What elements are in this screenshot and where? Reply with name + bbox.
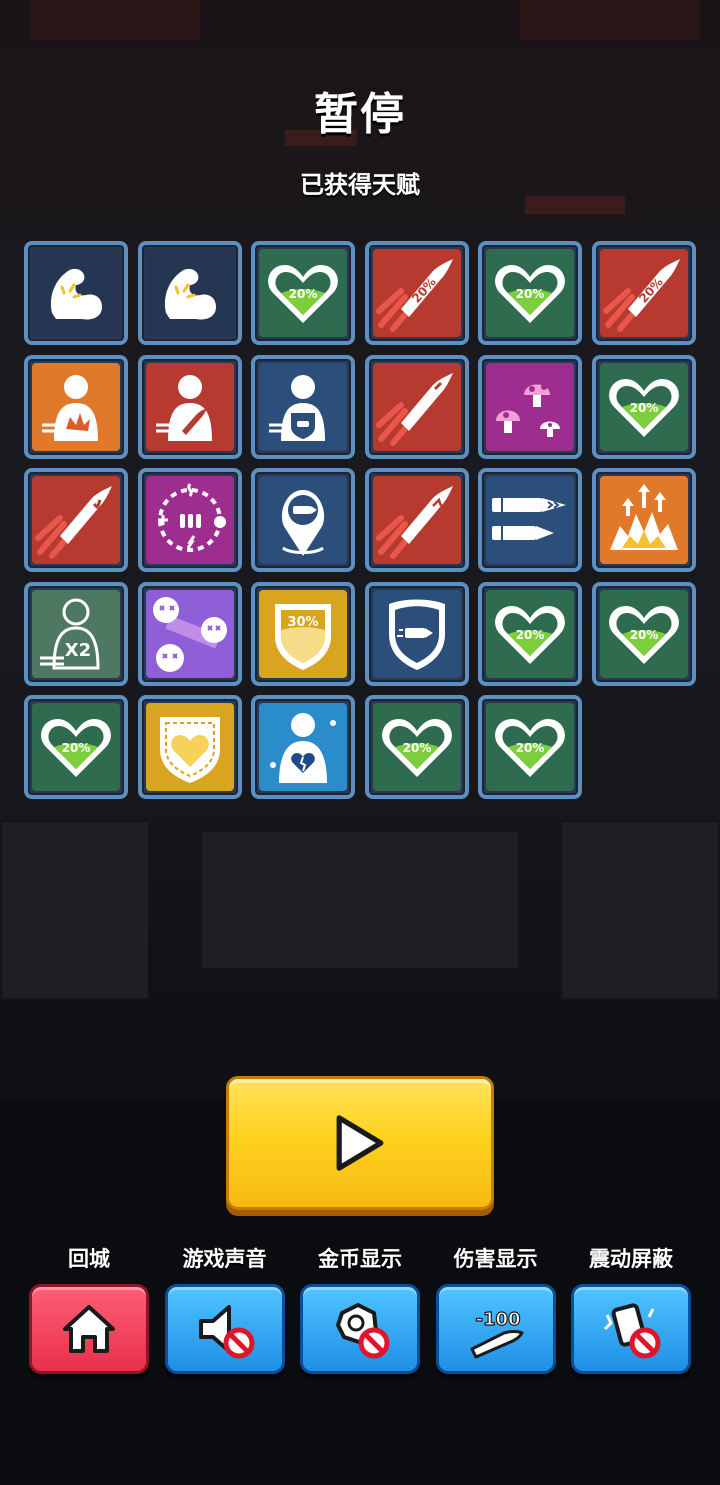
setting-sound: 游戏声音 bbox=[164, 1242, 286, 1374]
elemental-ammo-icon bbox=[145, 476, 234, 564]
golden-heart-shield-icon bbox=[145, 703, 234, 791]
setting-label: 游戏声音 bbox=[182, 1247, 267, 1271]
bullet-20-icon: 20% bbox=[599, 249, 688, 337]
talent-grid: 20% 20% 20% 20% 20% X2 30% 20% 20% 20% 2… bbox=[24, 241, 696, 799]
heart-20-icon: 20% bbox=[599, 589, 688, 678]
dead-pigs-icon bbox=[145, 589, 234, 678]
heart-20-icon: 20% bbox=[486, 703, 575, 791]
damage-display-icon: -100 bbox=[470, 1308, 523, 1359]
talent-tile[interactable] bbox=[137, 241, 242, 345]
talents-subtitle: 已获得天赋 bbox=[300, 171, 420, 199]
vibration-off-icon bbox=[603, 1303, 661, 1359]
talent-tile[interactable]: 20% bbox=[24, 695, 128, 799]
bullet-location-icon bbox=[259, 476, 348, 564]
talent-tile[interactable] bbox=[251, 695, 356, 799]
heart-20-icon: 20% bbox=[259, 249, 348, 337]
talent-tile[interactable] bbox=[24, 468, 128, 572]
talent-tile[interactable] bbox=[591, 468, 696, 572]
setting-label: 震动屏蔽 bbox=[589, 1247, 673, 1271]
setting-damage-display: 伤害显示 -100 bbox=[435, 1242, 557, 1374]
home-button[interactable] bbox=[29, 1284, 149, 1374]
heart-20-icon: 20% bbox=[599, 362, 688, 451]
muscle-arm-icon bbox=[32, 249, 120, 337]
talent-value: 20% bbox=[62, 741, 91, 755]
talent-tile[interactable] bbox=[251, 468, 356, 572]
talent-tile[interactable]: 20% bbox=[478, 241, 583, 345]
shield-30-icon: 30% bbox=[259, 589, 348, 678]
talent-tile[interactable]: 20% bbox=[364, 241, 469, 345]
play-icon bbox=[336, 1115, 384, 1171]
setting-home: 回城 bbox=[28, 1242, 150, 1374]
talent-tile[interactable] bbox=[137, 581, 242, 686]
talent-tile[interactable] bbox=[24, 241, 128, 345]
talent-value: 20% bbox=[630, 628, 659, 642]
talent-tile[interactable]: 20% bbox=[591, 581, 696, 686]
bullet-shield-icon bbox=[372, 589, 461, 678]
talent-tile[interactable] bbox=[478, 354, 583, 459]
talent-tile[interactable]: 20% bbox=[251, 241, 356, 345]
coin-display-toggle-button[interactable] bbox=[300, 1284, 420, 1374]
talent-tile[interactable] bbox=[24, 354, 128, 459]
mushrooms-icon bbox=[486, 362, 575, 451]
talent-tile[interactable] bbox=[364, 468, 469, 572]
talent-value: X2 bbox=[65, 640, 91, 661]
talent-value: 20% bbox=[630, 401, 659, 415]
explosion-up-icon bbox=[599, 476, 688, 564]
setting-coin-display: 金币显示 bbox=[299, 1242, 421, 1374]
talent-tile[interactable] bbox=[137, 354, 242, 459]
target-x2-icon: X2 bbox=[32, 589, 120, 678]
heart-20-icon: 20% bbox=[486, 249, 575, 337]
talent-value: 20% bbox=[516, 741, 545, 755]
talent-tile[interactable]: 20% bbox=[478, 695, 583, 799]
talent-value: 20% bbox=[289, 287, 318, 301]
talent-tile[interactable]: 30% bbox=[251, 581, 356, 686]
talent-tile[interactable] bbox=[364, 354, 469, 459]
talent-value: 20% bbox=[516, 287, 545, 301]
talent-tile[interactable] bbox=[364, 581, 469, 686]
vibration-toggle-button[interactable] bbox=[571, 1284, 691, 1374]
setting-vibration: 震动屏蔽 bbox=[570, 1242, 692, 1374]
pause-title: 暂停 bbox=[314, 89, 406, 140]
talent-tile[interactable] bbox=[137, 695, 242, 799]
sound-toggle-button[interactable] bbox=[164, 1284, 285, 1374]
talent-tile[interactable]: X2 bbox=[24, 581, 128, 686]
coin-display-off-icon bbox=[336, 1303, 390, 1359]
target-shield-icon bbox=[259, 362, 348, 451]
sound-off-icon bbox=[198, 1305, 254, 1359]
target-bullet-icon bbox=[145, 362, 234, 451]
talent-tile[interactable]: 20% bbox=[364, 695, 469, 799]
bullet-angry-icon bbox=[32, 476, 120, 564]
talent-value: 30% bbox=[288, 615, 319, 630]
talent-value: 20% bbox=[402, 741, 431, 755]
muscle-arm-icon bbox=[145, 249, 234, 337]
bullet-20-icon: 20% bbox=[372, 249, 461, 337]
target-explosion-icon bbox=[32, 362, 120, 451]
setting-label: 伤害显示 bbox=[453, 1247, 538, 1271]
home-icon bbox=[63, 1305, 115, 1353]
talent-tile[interactable]: 20% bbox=[591, 354, 696, 459]
damage-display-toggle-button[interactable]: -100 bbox=[435, 1284, 556, 1374]
heart-20-icon: 20% bbox=[372, 703, 461, 791]
talent-tile[interactable] bbox=[137, 468, 242, 572]
resume-play-button[interactable] bbox=[226, 1076, 494, 1210]
talent-tile[interactable] bbox=[478, 468, 583, 572]
talent-tile[interactable] bbox=[251, 354, 356, 459]
broken-heart-target-icon bbox=[259, 703, 348, 791]
settings-bar: 回城 游戏声音 金币显示 伤害显示 -100 震动屏蔽 bbox=[28, 1242, 692, 1374]
heart-20-icon: 20% bbox=[486, 589, 575, 678]
bullet-arrows-icon bbox=[372, 476, 461, 564]
setting-label: 金币显示 bbox=[318, 1247, 402, 1271]
heart-20-icon: 20% bbox=[32, 703, 120, 791]
talent-tile[interactable]: 20% bbox=[591, 241, 696, 345]
talent-value: 20% bbox=[516, 628, 545, 642]
double-bullet-icon bbox=[486, 476, 575, 564]
setting-label: 回城 bbox=[68, 1247, 110, 1271]
talent-tile[interactable]: 20% bbox=[478, 581, 583, 686]
bullet-spark-icon bbox=[372, 362, 461, 451]
damage-sample-value: -100 bbox=[475, 1309, 520, 1330]
